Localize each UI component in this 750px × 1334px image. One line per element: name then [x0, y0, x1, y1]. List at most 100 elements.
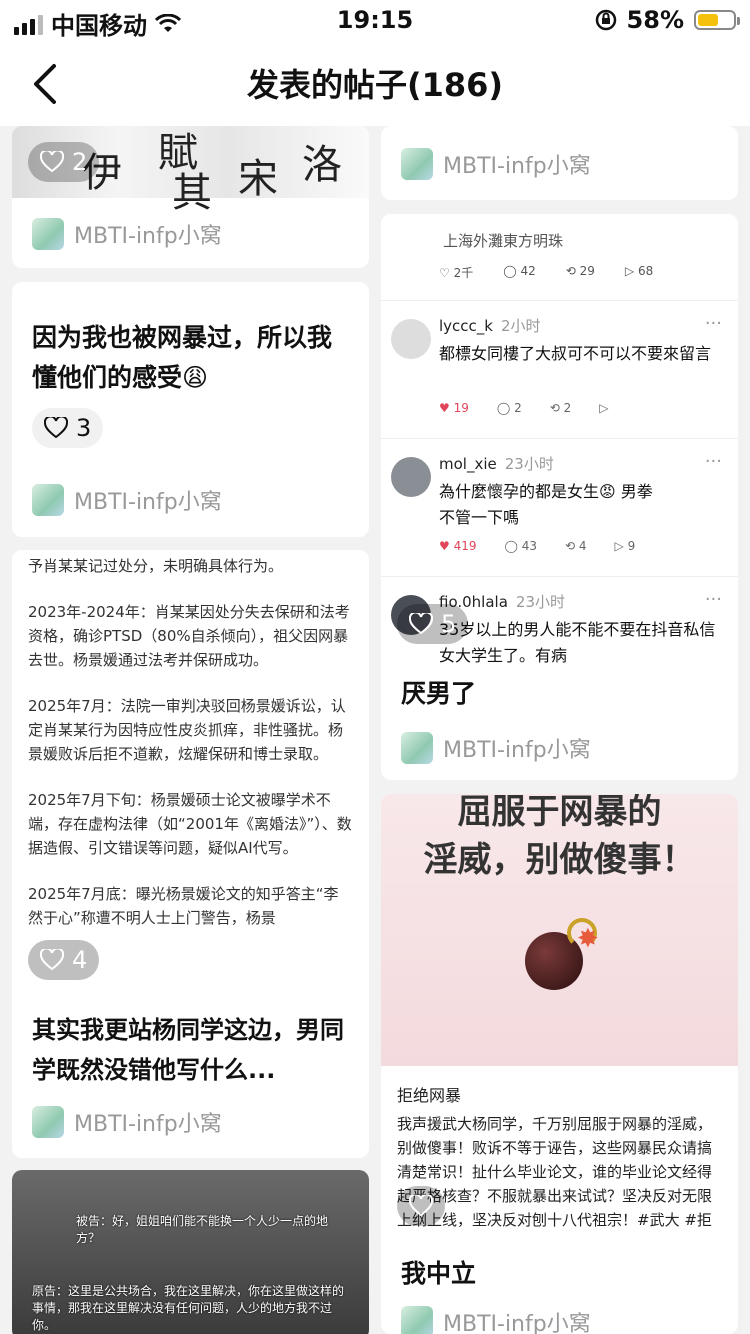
repost-icon: ⟲ 4 — [565, 539, 587, 553]
stat-value: 2千 — [453, 266, 474, 280]
heart-icon: ♥ 419 — [439, 539, 477, 553]
doc-paragraph: 予肖某某记过处分，未明确具体行为。 — [28, 557, 284, 575]
heart-icon — [44, 417, 68, 439]
author-name: MBTI-infp小窝 — [443, 738, 591, 763]
like-button[interactable]: 4 — [28, 940, 100, 980]
post-card-video[interactable]: 被告：好，姐姐咱们能不能换一个人少一点的地方？ 原告：这里是公共场合，我在这里解… — [12, 1170, 369, 1334]
author-name: MBTI-infp小窝 — [443, 154, 591, 179]
post-feed[interactable]: 伊 賦 其 宋 洛 2 MBTI-infp小窝 因为我也被网暴过，所以我懂他们的… — [0, 126, 750, 1334]
commenter-name: lyccc_k 2小时 — [439, 315, 541, 336]
post-card-misandry[interactable]: 上海外灘東方明珠 ♡ 2千 ◯ 42 ⟲ 29 ▷ 68 lyccc_k 2小时 … — [381, 214, 738, 780]
avatar — [401, 732, 433, 764]
post-author[interactable]: MBTI-infp小窝 — [401, 732, 591, 764]
avatar — [401, 148, 433, 180]
doc-paragraph: 2025年7月下旬：杨景媛硕士论文被曝学术不端，存在虚构法律（如“2001年《离… — [28, 791, 352, 857]
share-icon: ▷ — [599, 401, 609, 415]
page-title: 发表的帖子(186) — [246, 66, 504, 104]
avatar — [32, 1106, 64, 1138]
comment-stats: ♥ 419 ◯ 43 ⟲ 4 ▷ 9 — [439, 539, 635, 553]
post-author[interactable]: MBTI-infp小窝 — [401, 1306, 591, 1334]
comment-stats: ♥ 19 ◯ 2 ⟲ 2 ▷ — [439, 401, 609, 415]
author-name: MBTI-infp小窝 — [74, 1112, 222, 1137]
stat-value: 9 — [627, 539, 636, 553]
video-thumbnail: 被告：好，姐姐咱们能不能换一个人少一点的地方？ 原告：这里是公共场合，我在这里解… — [12, 1170, 369, 1334]
post-card-calligraphy[interactable]: 伊 賦 其 宋 洛 2 MBTI-infp小窝 — [12, 126, 369, 268]
comment-text: 為什麼懷孕的都是女生😡 男拳不管一下嗎 — [439, 482, 653, 527]
body-text: 我声援武大杨同学，千万别屈服于网暴的淫威，别做傻事！败诉不等于诬告，这些网暴民众… — [397, 1115, 713, 1229]
comment-text: 都標女同樓了大叔可不可以不要來留言 — [439, 344, 712, 363]
status-right: 58% — [595, 6, 740, 34]
calli-char: 宋 — [238, 156, 278, 202]
like-button[interactable]: 5 — [397, 604, 469, 644]
author-name: MBTI-infp小窝 — [443, 1312, 591, 1334]
like-button[interactable]: 2 — [28, 142, 100, 182]
avatar — [32, 218, 64, 250]
heart-icon — [409, 613, 433, 635]
battery-icon — [694, 10, 740, 30]
doc-paragraph: 2023年-2024年：肖某某因处分失去保研和法考资格，确诊PTSD（80%自杀… — [28, 603, 350, 669]
calli-char: 洛 — [302, 142, 342, 188]
stat-value: 2 — [514, 401, 522, 415]
rotation-lock-icon — [595, 9, 616, 31]
like-button[interactable] — [397, 1186, 445, 1226]
spark-icon: ✸ — [577, 924, 599, 954]
post-title: 我中立 — [401, 1259, 477, 1288]
stat-value: 4 — [578, 539, 587, 553]
comment-item: lyccc_k 2小时 ··· 都標女同樓了大叔可不可以不要來留言 ♥ 19 ◯ … — [381, 300, 738, 439]
stat-likes: ♡ 2千 — [439, 266, 474, 280]
calli-char: 其 — [172, 170, 212, 216]
stat-value: 68 — [637, 264, 654, 278]
comment-icon: ◯ 2 — [496, 401, 522, 415]
share-icon: ▷ 9 — [614, 539, 636, 553]
repost-icon: ⟲ 2 — [549, 401, 572, 415]
battery-percent: 58% — [626, 6, 684, 34]
author-name: MBTI-infp小窝 — [74, 224, 222, 249]
like-count: 5 — [441, 610, 457, 638]
video-subtitle: 原告：这里是公共场合，我在这里解决，你在这里做这样的事情，那我在这里解决没有任何… — [32, 1284, 345, 1332]
post-title: 其实我更站杨同学这边，男同学既然没错他写什么... — [32, 1016, 344, 1084]
post-card-top-right[interactable]: MBTI-infp小窝 — [381, 126, 738, 200]
doc-text: 予肖某某记过处分，未明确具体行为。 2023年-2024年：肖某某因处分失去保研… — [28, 554, 353, 952]
comment-time: 23小时 — [504, 455, 554, 473]
comment-text: 35岁以上的男人能不能不要在抖音私信女大学生了。有病 — [439, 620, 716, 665]
stat-value: 43 — [521, 539, 538, 553]
post-author[interactable]: MBTI-infp小窝 — [401, 148, 591, 180]
source-stats: ♡ 2千 ◯ 42 ⟲ 29 ▷ 68 — [439, 264, 653, 281]
post-title: 因为我也被网暴过，所以我懂他们的感受😩 — [32, 323, 333, 392]
commenter-name: mol_xie 23小时 — [439, 453, 554, 474]
more-icon: ··· — [704, 451, 722, 472]
name-text: mol_xie — [439, 455, 497, 473]
commenter-avatar — [391, 319, 431, 359]
stat-value: 42 — [520, 264, 536, 278]
post-card-anti-bully[interactable]: 屈服于网暴的 淫威，别做傻事！ ✸ 拒绝网暴 我声援武大杨同学，千万别屈服于网暴… — [381, 794, 738, 1334]
more-icon: ··· — [704, 589, 722, 610]
like-count: 2 — [72, 148, 88, 176]
post-author[interactable]: MBTI-infp小窝 — [32, 218, 222, 250]
nav-bar: 发表的帖子(186) — [0, 42, 750, 126]
topic-label: 拒绝网暴 — [397, 1086, 462, 1105]
status-bar: 中国移动 19:15 58% — [0, 0, 750, 42]
post-author[interactable]: MBTI-infp小窝 — [32, 1106, 222, 1138]
commenter-avatar — [391, 457, 431, 497]
doc-paragraph: 2025年7月底：曝光杨景媛论文的知乎答主“李然于心”称遭不明人士上门警告，杨景 — [28, 885, 339, 927]
source-line: 上海外灘東方明珠 — [443, 232, 564, 250]
post-image: 上海外灘東方明珠 ♡ 2千 ◯ 42 ⟲ 29 ▷ 68 lyccc_k 2小时 … — [381, 214, 738, 665]
image-text: 屈服于网暴的 — [457, 794, 662, 832]
post-image: 予肖某某记过处分，未明确具体行为。 2023年-2024年：肖某某因处分失去保研… — [12, 550, 369, 992]
avatar — [401, 1306, 433, 1334]
doc-paragraph: 2025年7月：法院一审判决驳回杨景媛诉讼，认定肖某某行为因特应性皮炎抓痒，非性… — [28, 697, 346, 763]
stat-value: 419 — [453, 539, 477, 553]
like-button[interactable]: 3 — [32, 408, 104, 448]
comment-time: 23小时 — [515, 593, 565, 611]
image-text: 淫威，别做傻事！ — [423, 840, 696, 880]
post-author[interactable]: MBTI-infp小窝 — [32, 484, 222, 516]
post-card-cyberbully[interactable]: 因为我也被网暴过，所以我懂他们的感受😩 3 MBTI-infp小窝 — [12, 282, 369, 537]
heart-icon — [40, 949, 64, 971]
stat-reposts: ⟲ 29 — [565, 264, 595, 278]
comment-time: 2小时 — [500, 317, 541, 335]
stat-value: 2 — [563, 401, 572, 415]
stat-shares: ▷ 68 — [624, 264, 654, 278]
video-subtitle: 被告：好，姐姐咱们能不能换一个人少一点的地方？ — [76, 1214, 329, 1245]
post-card-timeline[interactable]: 予肖某某记过处分，未明确具体行为。 2023年-2024年：肖某某因处分失去保研… — [12, 550, 369, 1158]
more-icon: ··· — [704, 313, 722, 334]
